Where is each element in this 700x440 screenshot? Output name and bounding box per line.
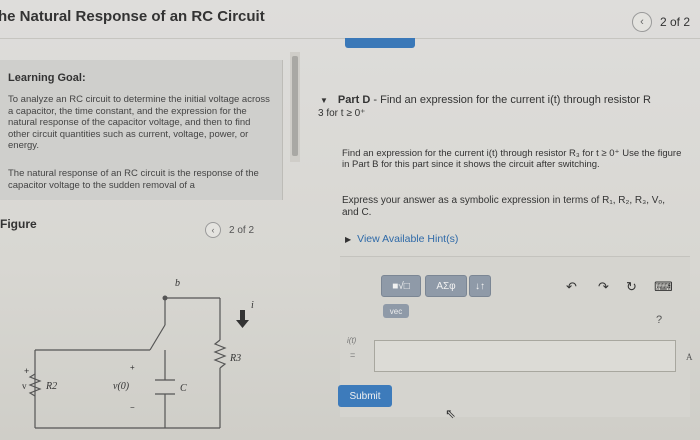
- hint-label: View Available Hint(s): [357, 233, 459, 245]
- part-title: - Find an expression for the current i(t…: [370, 94, 651, 106]
- figure-page-counter: 2 of 2: [229, 224, 255, 236]
- equals-sign: =: [350, 350, 356, 360]
- label-b: b: [175, 278, 180, 289]
- page-counter: 2 of 2: [659, 15, 690, 29]
- part-label: Part D: [337, 94, 371, 106]
- learning-goal-heading: Learning Goal:: [8, 72, 86, 84]
- figure-prev-button[interactable]: ‹: [205, 222, 221, 238]
- submit-button[interactable]: Submit: [338, 385, 392, 407]
- circuit-diagram: b i R3 R2 v(0) C v + + −: [22, 278, 254, 429]
- figure-heading: Figure: [0, 217, 37, 231]
- greek-symbols-button[interactable]: ΑΣφ: [425, 275, 467, 297]
- learning-goal-text-2: The natural response of an RC circuit is…: [8, 168, 259, 191]
- template-button[interactable]: ■√□: [381, 275, 421, 297]
- redo-icon[interactable]: ↷: [598, 279, 609, 295]
- page: he Natural Response of an RC Circuit ‹ 2…: [0, 0, 700, 440]
- page-title: he Natural Response of an RC Circuit: [0, 8, 265, 25]
- collapse-arrow-icon: ▼: [320, 96, 328, 105]
- current-arrow-icon: [236, 310, 249, 328]
- label-c: C: [180, 383, 187, 394]
- unit-label: A: [686, 352, 693, 362]
- label-i: i: [251, 300, 254, 311]
- resistor-r3: [213, 339, 227, 369]
- view-hints-link[interactable]: ▶ View Available Hint(s): [345, 233, 458, 245]
- submit-button-partial[interactable]: [345, 38, 415, 48]
- caret-right-icon: ▶: [345, 235, 352, 244]
- subscript-button[interactable]: ↓↑: [469, 275, 491, 297]
- label-r3: R3: [229, 353, 241, 364]
- prev-page-button[interactable]: ‹: [631, 12, 652, 32]
- undo-icon[interactable]: ↶: [566, 279, 577, 295]
- plus-sign: +: [24, 366, 29, 376]
- label-v0: v(0): [113, 381, 130, 392]
- figure-nav: ‹ 2 of 2: [205, 222, 254, 238]
- answer-variable-label: i(t): [347, 336, 357, 345]
- scrollbar-thumb[interactable]: [292, 56, 298, 156]
- label-r2: R2: [45, 381, 57, 392]
- question-text: Find an expression for the current i(t) …: [342, 148, 682, 170]
- plus-sign-cap: +: [130, 363, 135, 372]
- learning-goal-text: To analyze an RC circuit to determine th…: [8, 94, 270, 151]
- answer-instructions: Express your answer as a symbolic expres…: [342, 195, 665, 218]
- vec-button[interactable]: vec: [383, 304, 409, 318]
- mouse-cursor-icon: ⇖: [445, 406, 456, 421]
- keyboard-icon[interactable]: ⌨: [654, 279, 673, 295]
- minus-sign-cap: −: [130, 403, 135, 412]
- reset-icon[interactable]: ↻: [626, 279, 637, 295]
- switch-blade: [149, 324, 166, 351]
- help-icon[interactable]: ?: [656, 314, 662, 326]
- node-b: [162, 295, 168, 301]
- learning-goal-panel: Learning Goal: To analyze an RC circuit …: [0, 60, 283, 200]
- chevron-left-icon: ‹: [211, 225, 215, 235]
- page-nav: ‹ 2 of 2: [631, 12, 690, 32]
- answer-input[interactable]: [374, 340, 676, 372]
- part-title-continued: 3 for t ≥ 0⁺: [318, 108, 366, 119]
- label-vs: v: [22, 381, 27, 391]
- chevron-left-icon: ‹: [640, 16, 644, 28]
- part-d-header[interactable]: ▼ Part D - Find an expression for the cur…: [320, 94, 651, 106]
